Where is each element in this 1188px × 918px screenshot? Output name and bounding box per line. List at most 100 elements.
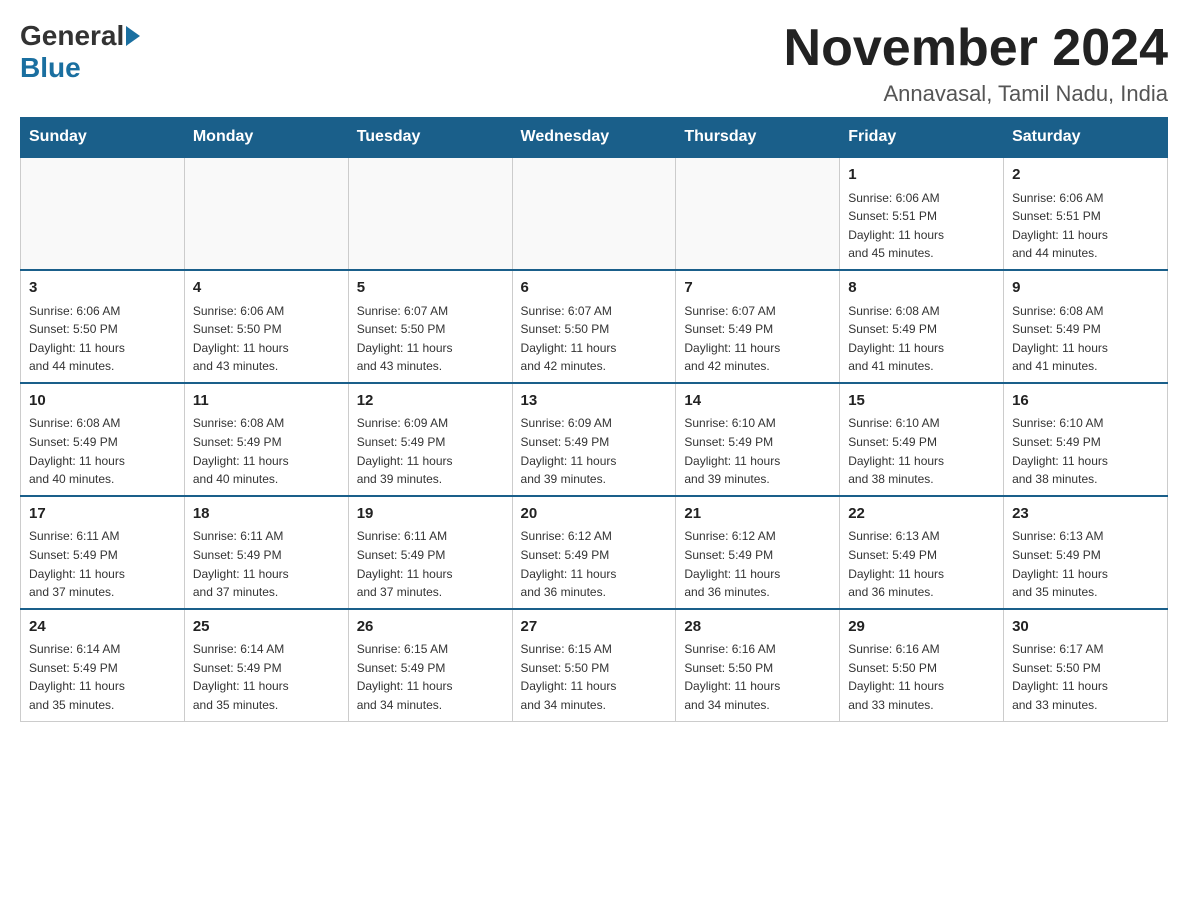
day-info: Sunrise: 6:12 AMSunset: 5:49 PMDaylight:…: [521, 527, 668, 601]
day-number: 9: [1012, 277, 1159, 300]
day-of-week-saturday: Saturday: [1004, 118, 1168, 158]
calendar-body: 1Sunrise: 6:06 AMSunset: 5:51 PMDaylight…: [21, 157, 1168, 721]
calendar-day: 27Sunrise: 6:15 AMSunset: 5:50 PMDayligh…: [512, 609, 676, 721]
day-number: 21: [684, 503, 831, 526]
calendar-day: 5Sunrise: 6:07 AMSunset: 5:50 PMDaylight…: [348, 270, 512, 383]
month-title: November 2024: [784, 20, 1168, 77]
logo-arrow-icon: [126, 26, 140, 46]
calendar-day: 16Sunrise: 6:10 AMSunset: 5:49 PMDayligh…: [1004, 383, 1168, 496]
day-of-week-thursday: Thursday: [676, 118, 840, 158]
day-number: 25: [193, 616, 340, 639]
calendar-day: 24Sunrise: 6:14 AMSunset: 5:49 PMDayligh…: [21, 609, 185, 721]
day-number: 28: [684, 616, 831, 639]
day-number: 17: [29, 503, 176, 526]
calendar-day: 15Sunrise: 6:10 AMSunset: 5:49 PMDayligh…: [840, 383, 1004, 496]
day-info: Sunrise: 6:07 AMSunset: 5:50 PMDaylight:…: [521, 302, 668, 376]
day-number: 19: [357, 503, 504, 526]
day-info: Sunrise: 6:08 AMSunset: 5:49 PMDaylight:…: [848, 302, 995, 376]
day-number: 11: [193, 390, 340, 413]
calendar-day: 14Sunrise: 6:10 AMSunset: 5:49 PMDayligh…: [676, 383, 840, 496]
location-text: Annavasal, Tamil Nadu, India: [784, 81, 1168, 107]
day-info: Sunrise: 6:13 AMSunset: 5:49 PMDaylight:…: [848, 527, 995, 601]
calendar-day: 20Sunrise: 6:12 AMSunset: 5:49 PMDayligh…: [512, 496, 676, 609]
day-info: Sunrise: 6:08 AMSunset: 5:49 PMDaylight:…: [29, 414, 176, 488]
day-number: 29: [848, 616, 995, 639]
day-of-week-friday: Friday: [840, 118, 1004, 158]
day-info: Sunrise: 6:14 AMSunset: 5:49 PMDaylight:…: [29, 640, 176, 714]
day-number: 30: [1012, 616, 1159, 639]
calendar-day: 13Sunrise: 6:09 AMSunset: 5:49 PMDayligh…: [512, 383, 676, 496]
day-info: Sunrise: 6:06 AMSunset: 5:51 PMDaylight:…: [1012, 189, 1159, 263]
logo-general-text: General: [20, 20, 124, 52]
day-info: Sunrise: 6:16 AMSunset: 5:50 PMDaylight:…: [848, 640, 995, 714]
calendar-day: 4Sunrise: 6:06 AMSunset: 5:50 PMDaylight…: [184, 270, 348, 383]
day-info: Sunrise: 6:16 AMSunset: 5:50 PMDaylight:…: [684, 640, 831, 714]
calendar-day: 6Sunrise: 6:07 AMSunset: 5:50 PMDaylight…: [512, 270, 676, 383]
logo: General Blue: [20, 20, 142, 84]
calendar-day: 10Sunrise: 6:08 AMSunset: 5:49 PMDayligh…: [21, 383, 185, 496]
calendar-day: 26Sunrise: 6:15 AMSunset: 5:49 PMDayligh…: [348, 609, 512, 721]
day-info: Sunrise: 6:08 AMSunset: 5:49 PMDaylight:…: [1012, 302, 1159, 376]
day-info: Sunrise: 6:17 AMSunset: 5:50 PMDaylight:…: [1012, 640, 1159, 714]
day-number: 16: [1012, 390, 1159, 413]
calendar-day: 19Sunrise: 6:11 AMSunset: 5:49 PMDayligh…: [348, 496, 512, 609]
calendar-day: 29Sunrise: 6:16 AMSunset: 5:50 PMDayligh…: [840, 609, 1004, 721]
calendar-day: 11Sunrise: 6:08 AMSunset: 5:49 PMDayligh…: [184, 383, 348, 496]
day-number: 10: [29, 390, 176, 413]
calendar-day: 28Sunrise: 6:16 AMSunset: 5:50 PMDayligh…: [676, 609, 840, 721]
day-info: Sunrise: 6:09 AMSunset: 5:49 PMDaylight:…: [521, 414, 668, 488]
day-of-week-sunday: Sunday: [21, 118, 185, 158]
calendar-week-4: 17Sunrise: 6:11 AMSunset: 5:49 PMDayligh…: [21, 496, 1168, 609]
day-info: Sunrise: 6:10 AMSunset: 5:49 PMDaylight:…: [1012, 414, 1159, 488]
calendar-week-5: 24Sunrise: 6:14 AMSunset: 5:49 PMDayligh…: [21, 609, 1168, 721]
day-number: 27: [521, 616, 668, 639]
calendar-day: 1Sunrise: 6:06 AMSunset: 5:51 PMDaylight…: [840, 157, 1004, 270]
logo-blue-text: Blue: [20, 52, 81, 84]
calendar-day: [21, 157, 185, 270]
day-number: 6: [521, 277, 668, 300]
day-number: 2: [1012, 164, 1159, 187]
calendar-day: [348, 157, 512, 270]
day-number: 12: [357, 390, 504, 413]
day-info: Sunrise: 6:15 AMSunset: 5:49 PMDaylight:…: [357, 640, 504, 714]
day-info: Sunrise: 6:07 AMSunset: 5:50 PMDaylight:…: [357, 302, 504, 376]
day-number: 7: [684, 277, 831, 300]
day-number: 20: [521, 503, 668, 526]
calendar-day: 21Sunrise: 6:12 AMSunset: 5:49 PMDayligh…: [676, 496, 840, 609]
calendar-day: 23Sunrise: 6:13 AMSunset: 5:49 PMDayligh…: [1004, 496, 1168, 609]
calendar-day: 30Sunrise: 6:17 AMSunset: 5:50 PMDayligh…: [1004, 609, 1168, 721]
day-info: Sunrise: 6:09 AMSunset: 5:49 PMDaylight:…: [357, 414, 504, 488]
day-info: Sunrise: 6:12 AMSunset: 5:49 PMDaylight:…: [684, 527, 831, 601]
calendar-day: [184, 157, 348, 270]
calendar-day: 12Sunrise: 6:09 AMSunset: 5:49 PMDayligh…: [348, 383, 512, 496]
calendar-day: 7Sunrise: 6:07 AMSunset: 5:49 PMDaylight…: [676, 270, 840, 383]
day-number: 15: [848, 390, 995, 413]
day-number: 23: [1012, 503, 1159, 526]
days-of-week-row: SundayMondayTuesdayWednesdayThursdayFrid…: [21, 118, 1168, 158]
day-number: 22: [848, 503, 995, 526]
calendar-day: 3Sunrise: 6:06 AMSunset: 5:50 PMDaylight…: [21, 270, 185, 383]
day-info: Sunrise: 6:14 AMSunset: 5:49 PMDaylight:…: [193, 640, 340, 714]
calendar-day: 17Sunrise: 6:11 AMSunset: 5:49 PMDayligh…: [21, 496, 185, 609]
calendar-day: 18Sunrise: 6:11 AMSunset: 5:49 PMDayligh…: [184, 496, 348, 609]
day-info: Sunrise: 6:11 AMSunset: 5:49 PMDaylight:…: [193, 527, 340, 601]
day-of-week-monday: Monday: [184, 118, 348, 158]
calendar-header: SundayMondayTuesdayWednesdayThursdayFrid…: [21, 118, 1168, 158]
day-info: Sunrise: 6:15 AMSunset: 5:50 PMDaylight:…: [521, 640, 668, 714]
calendar-day: 2Sunrise: 6:06 AMSunset: 5:51 PMDaylight…: [1004, 157, 1168, 270]
day-info: Sunrise: 6:06 AMSunset: 5:51 PMDaylight:…: [848, 189, 995, 263]
day-number: 1: [848, 164, 995, 187]
day-info: Sunrise: 6:11 AMSunset: 5:49 PMDaylight:…: [357, 527, 504, 601]
calendar-day: [676, 157, 840, 270]
day-info: Sunrise: 6:11 AMSunset: 5:49 PMDaylight:…: [29, 527, 176, 601]
day-info: Sunrise: 6:08 AMSunset: 5:49 PMDaylight:…: [193, 414, 340, 488]
title-section: November 2024 Annavasal, Tamil Nadu, Ind…: [784, 20, 1168, 107]
day-of-week-wednesday: Wednesday: [512, 118, 676, 158]
day-number: 26: [357, 616, 504, 639]
day-info: Sunrise: 6:13 AMSunset: 5:49 PMDaylight:…: [1012, 527, 1159, 601]
day-number: 24: [29, 616, 176, 639]
calendar-week-3: 10Sunrise: 6:08 AMSunset: 5:49 PMDayligh…: [21, 383, 1168, 496]
day-number: 13: [521, 390, 668, 413]
page-header: General Blue November 2024 Annavasal, Ta…: [20, 20, 1168, 107]
day-of-week-tuesday: Tuesday: [348, 118, 512, 158]
